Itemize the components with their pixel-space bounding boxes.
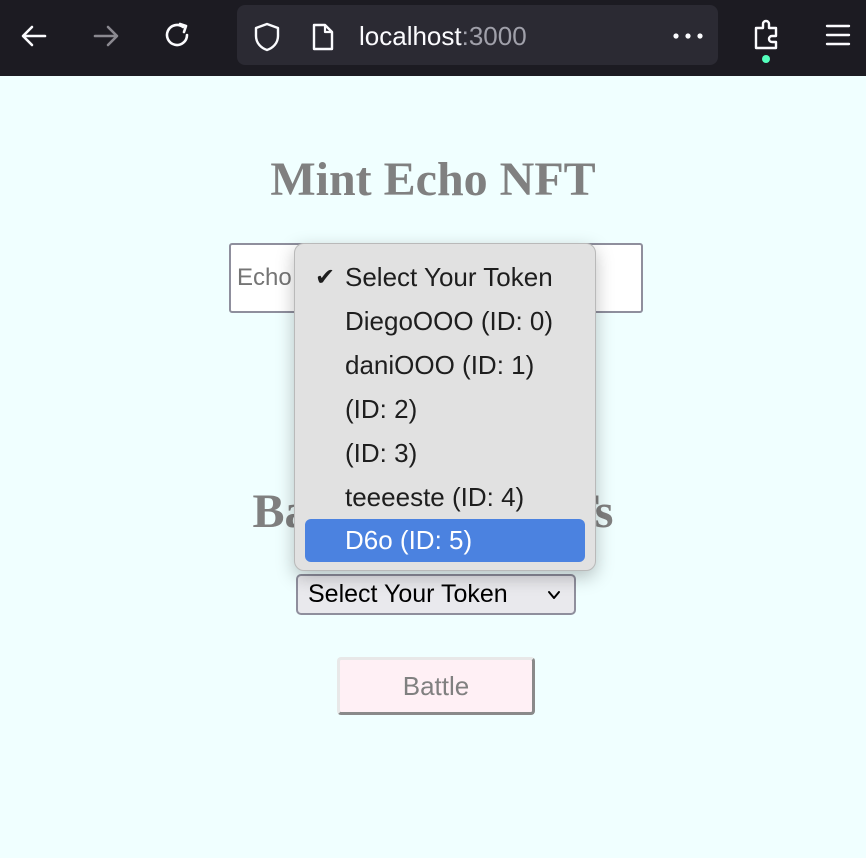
shield-icon[interactable] (251, 21, 283, 53)
chevron-down-icon (548, 591, 560, 599)
reload-icon (165, 22, 189, 47)
option-label: teeeeste (ID: 4) (345, 482, 525, 512)
browser-toolbar: localhost:3000 (0, 0, 866, 76)
dropdown-option[interactable]: daniOOO (ID: 1) (305, 344, 585, 387)
extensions-icon[interactable] (750, 18, 784, 52)
page-icon[interactable] (309, 22, 337, 52)
more-dots-icon[interactable] (671, 31, 705, 41)
option-label: (ID: 2) (345, 394, 418, 424)
reload-button[interactable] (158, 16, 198, 56)
mint-title: Mint Echo NFT (270, 153, 596, 206)
menu-icon[interactable] (824, 22, 852, 48)
dropdown-option[interactable]: teeeeste (ID: 4) (305, 476, 585, 519)
option-label: Select Your Token (345, 262, 553, 292)
option-label: daniOOO (ID: 1) (345, 350, 535, 380)
battle-button[interactable]: Battle (337, 657, 535, 715)
forward-button[interactable] (86, 16, 126, 56)
back-arrow-icon (21, 25, 47, 47)
extension-indicator-dot (762, 55, 770, 63)
dropdown-option[interactable]: (ID: 3) (305, 432, 585, 475)
url-text[interactable]: localhost:3000 (359, 21, 527, 51)
token-select-value: Select Your Token (308, 580, 508, 608)
dropdown-option[interactable]: (ID: 2) (305, 388, 585, 431)
dropdown-option[interactable]: ✔ Select Your Token (305, 256, 585, 299)
option-label: DiegoOOO (ID: 0) (345, 306, 554, 336)
dropdown-option[interactable]: DiegoOOO (ID: 0) (305, 300, 585, 343)
back-button[interactable] (14, 16, 54, 56)
url-bar[interactable]: localhost:3000 (237, 5, 718, 65)
option-label: D6o (ID: 5) (345, 525, 473, 555)
forward-arrow-icon (93, 25, 119, 47)
dropdown-option-highlighted[interactable]: D6o (ID: 5) (305, 519, 585, 562)
option-label: (ID: 3) (345, 438, 418, 468)
url-port: :3000 (461, 21, 527, 51)
token-dropdown-menu: ✔ Select Your Token DiegoOOO (ID: 0) dan… (294, 243, 596, 571)
url-host: localhost (359, 21, 462, 51)
token-select[interactable]: Select Your Token (296, 574, 576, 615)
checkmark-icon: ✔ (315, 264, 336, 291)
